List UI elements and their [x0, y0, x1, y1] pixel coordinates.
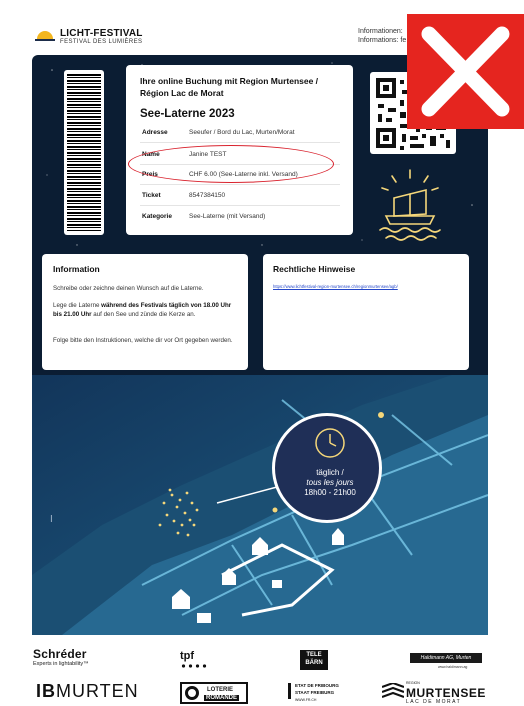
loterie-circle-icon [185, 686, 199, 700]
close-button[interactable] [407, 14, 524, 129]
information-title: Information [53, 264, 100, 274]
row-label: Adresse [142, 129, 168, 136]
information-para-1: Schreibe oder zeichne deinen Wunsch auf … [53, 285, 204, 292]
sponsor-ib-murten: IBMURTEN [36, 681, 139, 702]
legal-title: Rechtliche Hinweise [273, 264, 356, 274]
row-value: See-Laterne (mit Versand) [189, 213, 266, 220]
sponsor-tpf: tpf [180, 650, 195, 662]
sponsor-haldimann: Haldimann AG, Murten [410, 653, 482, 663]
information-para-3: Folge bitte den Instruktionen, welche di… [53, 337, 233, 344]
close-icon [421, 26, 510, 117]
information-card: Information Schreibe oder zeichne deinen… [42, 254, 248, 370]
para-text: auf den See und zünde die Kerze an. [91, 311, 196, 318]
murtensee-title: MURTENSEE [406, 686, 486, 700]
row-value: 8547384150 [189, 192, 226, 199]
etat-line-1: ETAT DE FRIBOURG [295, 683, 339, 688]
row-value: Seeufer / Bord du Lac, Murten/Morat [189, 129, 295, 136]
sponsor-schreder: Schréder [33, 647, 87, 661]
town-map-illustration [32, 375, 488, 635]
legal-card: Rechtliche Hinweise https://www.lichtfes… [263, 254, 469, 370]
badge-line-3: 18h00 - 21h00 [304, 488, 356, 497]
badge-line-1: täglich / [316, 468, 344, 477]
loterie-line-2: ROMANDE [204, 695, 239, 701]
lantern-icon [379, 169, 441, 241]
murtensee-waves-icon [382, 683, 404, 698]
tpf-dots-icon [180, 664, 208, 668]
info-line-fr: Informations: fe [358, 37, 407, 44]
price-highlight-ellipse [128, 145, 334, 183]
sponsor-telebarn: TELE BÄRN [300, 650, 328, 670]
sponsor-loterie-romande: LOTERIE ROMANDE [180, 682, 248, 704]
ib-bold: IB [36, 681, 56, 701]
badge-line-2: tous les jours [306, 478, 354, 487]
barcode [64, 70, 104, 235]
row-label: Kategorie [142, 213, 172, 220]
info-line-de: Informationen: [358, 28, 403, 35]
clock-icon [315, 428, 345, 458]
etat-fribourg-mark-icon [288, 683, 291, 699]
row-ticket: Ticket 8547384150 [140, 186, 340, 206]
daily-hours-badge: täglich / tous les jours 18h00 - 21h00 [272, 413, 382, 523]
telebarn-line-1: TELE [306, 652, 322, 658]
etat-line-2: STAAT FREIBURG [295, 690, 335, 695]
text-cursor-icon: I [50, 514, 53, 525]
information-para-2: Lege die Laterne während des Festivals t… [53, 301, 239, 319]
etat-line-3: WWW.FR.CH [295, 698, 317, 702]
haldimann-url: www.haldimann.ag [438, 665, 468, 669]
para-text: Lege die Laterne [53, 302, 102, 309]
legal-link[interactable]: https://www.lichtfestival-region-murtens… [273, 284, 398, 289]
barcode-icon [67, 74, 101, 231]
event-title: See-Laterne 2023 [140, 108, 235, 120]
haldimann-label: Haldimann AG, Murten [420, 655, 472, 661]
murtensee-subtitle: LAC DE MORAT [406, 699, 462, 705]
row-address: Adresse Seeufer / Bord du Lac, Murten/Mo… [140, 123, 340, 143]
telebarn-line-2: BÄRN [305, 660, 323, 666]
row-category: Kategorie See-Laterne (mit Versand) [140, 207, 340, 227]
loterie-line-1: LOTERIE [207, 687, 234, 693]
brand-subtitle: FESTIVAL DES LUMIÈRES [60, 39, 143, 45]
sun-logo-icon [35, 31, 55, 41]
murtensee-region: REGION [406, 681, 420, 685]
row-label: Ticket [142, 192, 161, 199]
ib-rest: MURTEN [56, 681, 139, 701]
booking-heading: Ihre online Buchung mit Region Murtensee… [140, 76, 319, 98]
brand-title: LICHT-FESTIVAL [60, 28, 143, 39]
sponsor-schreder-tagline: Experts in lightability™ [33, 661, 89, 667]
